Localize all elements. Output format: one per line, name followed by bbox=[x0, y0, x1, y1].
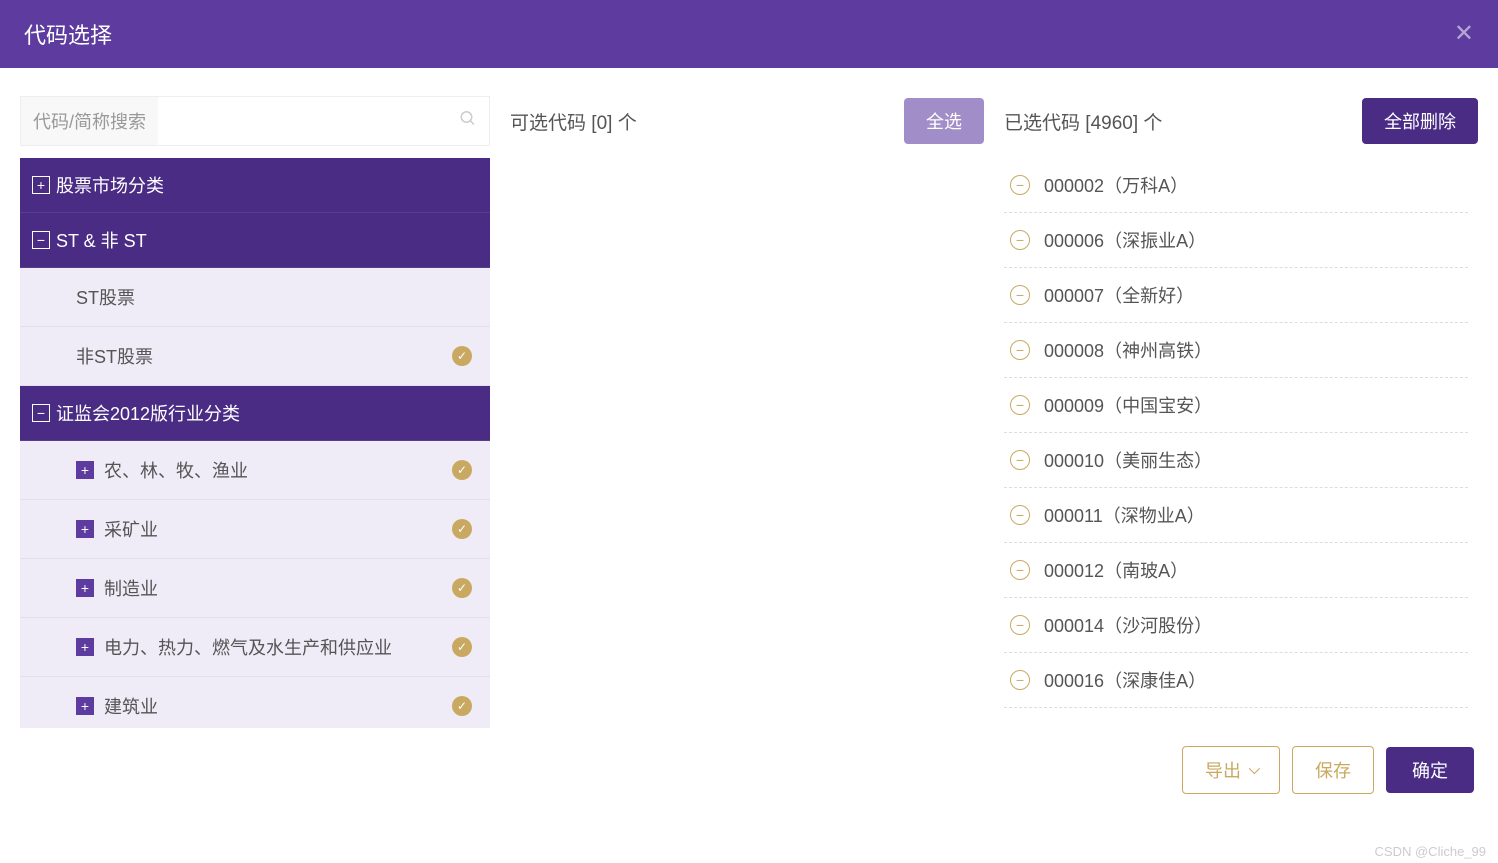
expand-icon: + bbox=[76, 461, 94, 479]
modal-header: 代码选择 ✕ bbox=[0, 0, 1498, 68]
selected-item-label: 000008（神州高铁） bbox=[1044, 337, 1212, 363]
expand-icon: + bbox=[76, 697, 94, 715]
selected-item: −000011（深物业A） bbox=[1004, 488, 1468, 543]
tree-item-label: 制造业 bbox=[104, 575, 158, 601]
selected-title: 已选代码 [4960] 个 bbox=[1004, 108, 1162, 135]
tree-item[interactable]: + 农、林、牧、渔业 ✓ bbox=[20, 441, 490, 500]
tree-item-label: 非ST股票 bbox=[76, 343, 153, 369]
remove-icon[interactable]: − bbox=[1010, 285, 1030, 305]
selected-item: −000002（万科A） bbox=[1004, 158, 1468, 213]
tree-item-label: ST股票 bbox=[76, 284, 135, 310]
tree-cat-stock-market[interactable]: + 股票市场分类 bbox=[20, 158, 490, 213]
tree-item[interactable]: + 采矿业 ✓ bbox=[20, 500, 490, 559]
selected-item-label: 000010（美丽生态） bbox=[1044, 447, 1212, 473]
remove-icon[interactable]: − bbox=[1010, 230, 1030, 250]
tree-cat-csrc[interactable]: − 证监会2012版行业分类 bbox=[20, 386, 490, 441]
select-all-button[interactable]: 全选 bbox=[904, 98, 984, 144]
available-title: 可选代码 [0] 个 bbox=[510, 108, 637, 135]
search-row: 代码/简称搜索 bbox=[20, 96, 490, 146]
collapse-icon: − bbox=[32, 231, 50, 249]
search-label: 代码/简称搜索 bbox=[21, 108, 158, 134]
selected-list[interactable]: −000002（万科A）−000006（深振业A）−000007（全新好）−00… bbox=[1004, 158, 1478, 728]
tree-item[interactable]: + 制造业 ✓ bbox=[20, 559, 490, 618]
tree-item[interactable]: 非ST股票 ✓ bbox=[20, 327, 490, 386]
remove-icon[interactable]: − bbox=[1010, 395, 1030, 415]
selected-item-label: 000007（全新好） bbox=[1044, 282, 1194, 308]
tree-item[interactable]: + 电力、热力、燃气及水生产和供应业 ✓ bbox=[20, 618, 490, 677]
selected-item-label: 000012（南玻A） bbox=[1044, 557, 1188, 583]
tree-cat-label: 证监会2012版行业分类 bbox=[56, 400, 240, 426]
selected-item-label: 000014（沙河股份） bbox=[1044, 612, 1212, 638]
check-icon: ✓ bbox=[452, 637, 472, 657]
expand-icon: + bbox=[76, 579, 94, 597]
chevron-down-icon bbox=[1249, 763, 1260, 774]
modal-footer: 导出 保存 确定 bbox=[0, 728, 1498, 812]
selected-item: −000012（南玻A） bbox=[1004, 543, 1468, 598]
selected-item: −000007（全新好） bbox=[1004, 268, 1468, 323]
selected-column: 已选代码 [4960] 个 全部删除 −000002（万科A）−000006（深… bbox=[1004, 96, 1478, 728]
delete-all-button[interactable]: 全部删除 bbox=[1362, 98, 1478, 144]
category-tree: + 股票市场分类 − ST & 非 ST ST股票非ST股票 ✓ − 证监会201… bbox=[20, 158, 490, 728]
check-icon: ✓ bbox=[452, 519, 472, 539]
check-icon: ✓ bbox=[452, 578, 472, 598]
watermark: CSDN @Cliche_99 bbox=[1375, 844, 1486, 859]
search-input[interactable] bbox=[158, 97, 489, 145]
selected-item: −000016（深康佳A） bbox=[1004, 653, 1468, 708]
export-button[interactable]: 导出 bbox=[1182, 746, 1280, 794]
available-header: 可选代码 [0] 个 全选 bbox=[510, 96, 984, 146]
export-label: 导出 bbox=[1205, 757, 1241, 783]
confirm-button[interactable]: 确定 bbox=[1386, 747, 1474, 793]
remove-icon[interactable]: − bbox=[1010, 340, 1030, 360]
tree-cat-st[interactable]: − ST & 非 ST bbox=[20, 213, 490, 268]
collapse-icon: − bbox=[32, 404, 50, 422]
expand-icon: + bbox=[32, 176, 50, 194]
selected-item: −000006（深振业A） bbox=[1004, 213, 1468, 268]
tree-item-label: 采矿业 bbox=[104, 516, 158, 542]
remove-icon[interactable]: − bbox=[1010, 505, 1030, 525]
remove-icon[interactable]: − bbox=[1010, 450, 1030, 470]
remove-icon[interactable]: − bbox=[1010, 175, 1030, 195]
check-icon: ✓ bbox=[452, 460, 472, 480]
selected-item-label: 000006（深振业A） bbox=[1044, 227, 1206, 253]
tree-item-label: 建筑业 bbox=[104, 693, 158, 719]
category-column: 代码/简称搜索 + 股票市场分类 − ST & 非 ST ST股票非ST股票 ✓ bbox=[20, 96, 490, 728]
modal-title: 代码选择 bbox=[24, 18, 112, 50]
selected-item-label: 000011（深物业A） bbox=[1044, 502, 1205, 528]
close-icon: ✕ bbox=[1454, 20, 1474, 47]
modal-body: 代码/简称搜索 + 股票市场分类 − ST & 非 ST ST股票非ST股票 ✓ bbox=[0, 68, 1498, 728]
close-button[interactable]: ✕ bbox=[1454, 22, 1474, 46]
remove-icon[interactable]: − bbox=[1010, 615, 1030, 635]
selected-item-label: 000002（万科A） bbox=[1044, 172, 1188, 198]
expand-icon: + bbox=[76, 638, 94, 656]
selected-header: 已选代码 [4960] 个 全部删除 bbox=[1004, 96, 1478, 146]
selected-item-label: 000009（中国宝安） bbox=[1044, 392, 1212, 418]
check-icon: ✓ bbox=[452, 696, 472, 716]
remove-icon[interactable]: − bbox=[1010, 670, 1030, 690]
remove-icon[interactable]: − bbox=[1010, 560, 1030, 580]
tree-cat-label: ST & 非 ST bbox=[56, 227, 147, 253]
tree-item[interactable]: + 建筑业 ✓ bbox=[20, 677, 490, 728]
available-column: 可选代码 [0] 个 全选 bbox=[510, 96, 984, 728]
available-list bbox=[510, 158, 984, 728]
selected-item: −000009（中国宝安） bbox=[1004, 378, 1468, 433]
check-icon: ✓ bbox=[452, 346, 472, 366]
expand-icon: + bbox=[76, 520, 94, 538]
tree-item[interactable]: ST股票 bbox=[20, 268, 490, 327]
tree-item-label: 电力、热力、燃气及水生产和供应业 bbox=[104, 634, 392, 660]
tree-item-label: 农、林、牧、渔业 bbox=[104, 457, 248, 483]
selected-item: −000014（沙河股份） bbox=[1004, 598, 1468, 653]
selected-item-label: 000016（深康佳A） bbox=[1044, 667, 1206, 693]
selected-item: −000010（美丽生态） bbox=[1004, 433, 1468, 488]
selected-item: −000008（神州高铁） bbox=[1004, 323, 1468, 378]
save-button[interactable]: 保存 bbox=[1292, 746, 1374, 794]
tree-cat-label: 股票市场分类 bbox=[56, 172, 164, 198]
